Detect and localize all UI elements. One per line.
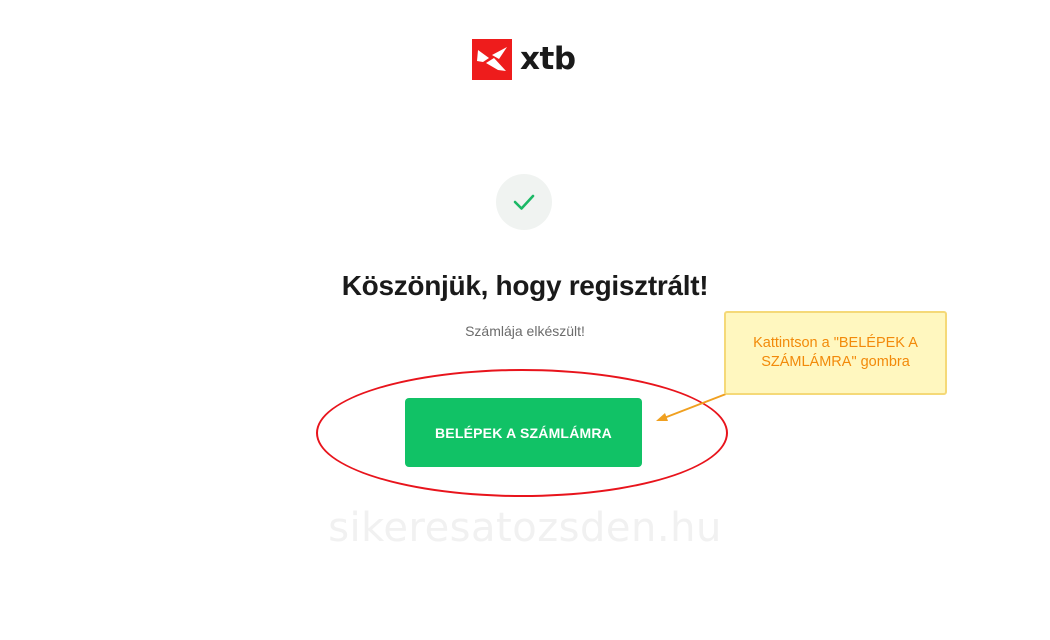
callout-text: Kattintson a "BELÉPEK A SZÁMLÁMRA" gombr… bbox=[753, 335, 918, 370]
site-watermark: sikeresatozsden.hu bbox=[328, 505, 722, 551]
xtb-x-logo-icon bbox=[472, 39, 512, 80]
xtb-logo[interactable]: xtb bbox=[472, 39, 576, 80]
callout-arrow-icon bbox=[656, 393, 727, 421]
success-badge bbox=[496, 174, 552, 230]
login-to-account-button[interactable]: BELÉPEK A SZÁMLÁMRA bbox=[405, 398, 642, 467]
page-title: Köszönjük, hogy regisztrált! bbox=[341, 270, 709, 301]
checkmark-icon bbox=[513, 194, 535, 210]
instruction-callout: Kattintson a "BELÉPEK A SZÁMLÁMRA" gombr… bbox=[724, 311, 947, 395]
logo-text: xtb bbox=[520, 41, 576, 77]
registration-success-page: xtb Köszönjük, hogy regisztrált! Számláj… bbox=[0, 0, 1050, 640]
